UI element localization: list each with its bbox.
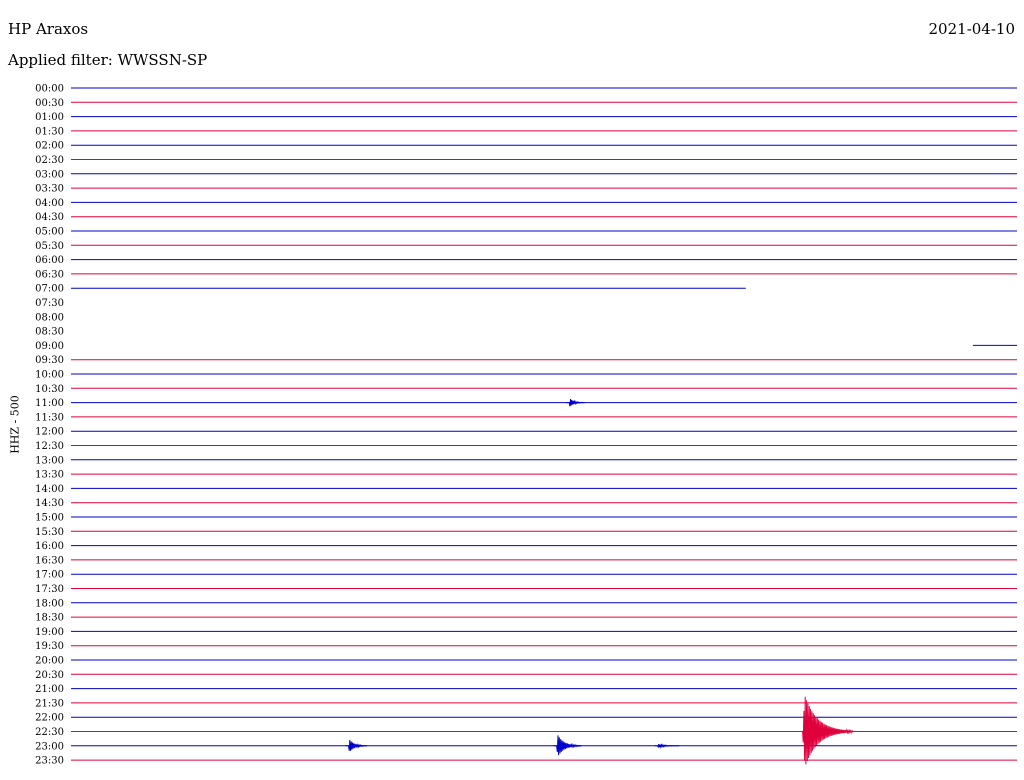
- row-label: 08:00: [35, 312, 64, 323]
- row-label: 22:00: [35, 713, 64, 724]
- row-label: 06:30: [35, 269, 64, 280]
- row-label: 07:00: [35, 284, 64, 295]
- seismic-event: [553, 735, 582, 756]
- row-label: 20:30: [35, 670, 64, 681]
- seismic-event: [566, 399, 585, 407]
- row-label: 03:00: [35, 169, 64, 180]
- row-label: 19:30: [35, 641, 64, 652]
- row-label: 14:30: [35, 498, 64, 509]
- row-label: 08:30: [35, 327, 64, 338]
- row-label: 00:00: [35, 84, 64, 95]
- row-label: 22:30: [35, 727, 64, 738]
- row-label: 09:00: [35, 341, 64, 352]
- row-label: 18:30: [35, 613, 64, 624]
- row-label: 21:30: [35, 698, 64, 709]
- row-label: 05:00: [35, 227, 64, 238]
- row-label: 00:30: [35, 98, 64, 109]
- row-label: 07:30: [35, 298, 64, 309]
- row-label: 09:30: [35, 355, 64, 366]
- row-label: 18:00: [35, 598, 64, 609]
- seismic-event: [799, 696, 854, 765]
- row-label: 04:00: [35, 198, 64, 209]
- row-label: 10:00: [35, 370, 64, 381]
- row-label: 11:00: [35, 398, 64, 409]
- row-label: 23:00: [35, 741, 64, 752]
- row-label: 11:30: [35, 412, 64, 423]
- row-label: 19:00: [35, 627, 64, 638]
- row-label: 21:00: [35, 684, 64, 695]
- row-label: 05:30: [35, 241, 64, 252]
- row-label: 17:00: [35, 570, 64, 581]
- row-label: 03:30: [35, 184, 64, 195]
- row-label: 16:00: [35, 541, 64, 552]
- row-label: 23:30: [35, 756, 64, 767]
- seismic-event: [654, 743, 680, 749]
- row-label: 02:30: [35, 155, 64, 166]
- row-label: 02:00: [35, 141, 64, 152]
- seismic-event: [345, 739, 368, 751]
- row-label: 16:30: [35, 555, 64, 566]
- row-label: 14:00: [35, 484, 64, 495]
- row-label: 01:00: [35, 112, 64, 123]
- row-label: 10:30: [35, 384, 64, 395]
- row-label: 13:30: [35, 470, 64, 481]
- row-label: 15:00: [35, 513, 64, 524]
- row-label: 15:30: [35, 527, 64, 538]
- row-label: 20:00: [35, 656, 64, 667]
- row-label: 01:30: [35, 126, 64, 137]
- row-label: 12:30: [35, 441, 64, 452]
- row-label: 06:00: [35, 255, 64, 266]
- row-label: 04:30: [35, 212, 64, 223]
- row-label: 17:30: [35, 584, 64, 595]
- helicorder-plot: 00:00 00:30 01:00 01:30 02:00 02:30 03:00 03:30…: [35, 84, 1017, 767]
- row-label: 13:00: [35, 455, 64, 466]
- row-label: 12:00: [35, 427, 64, 438]
